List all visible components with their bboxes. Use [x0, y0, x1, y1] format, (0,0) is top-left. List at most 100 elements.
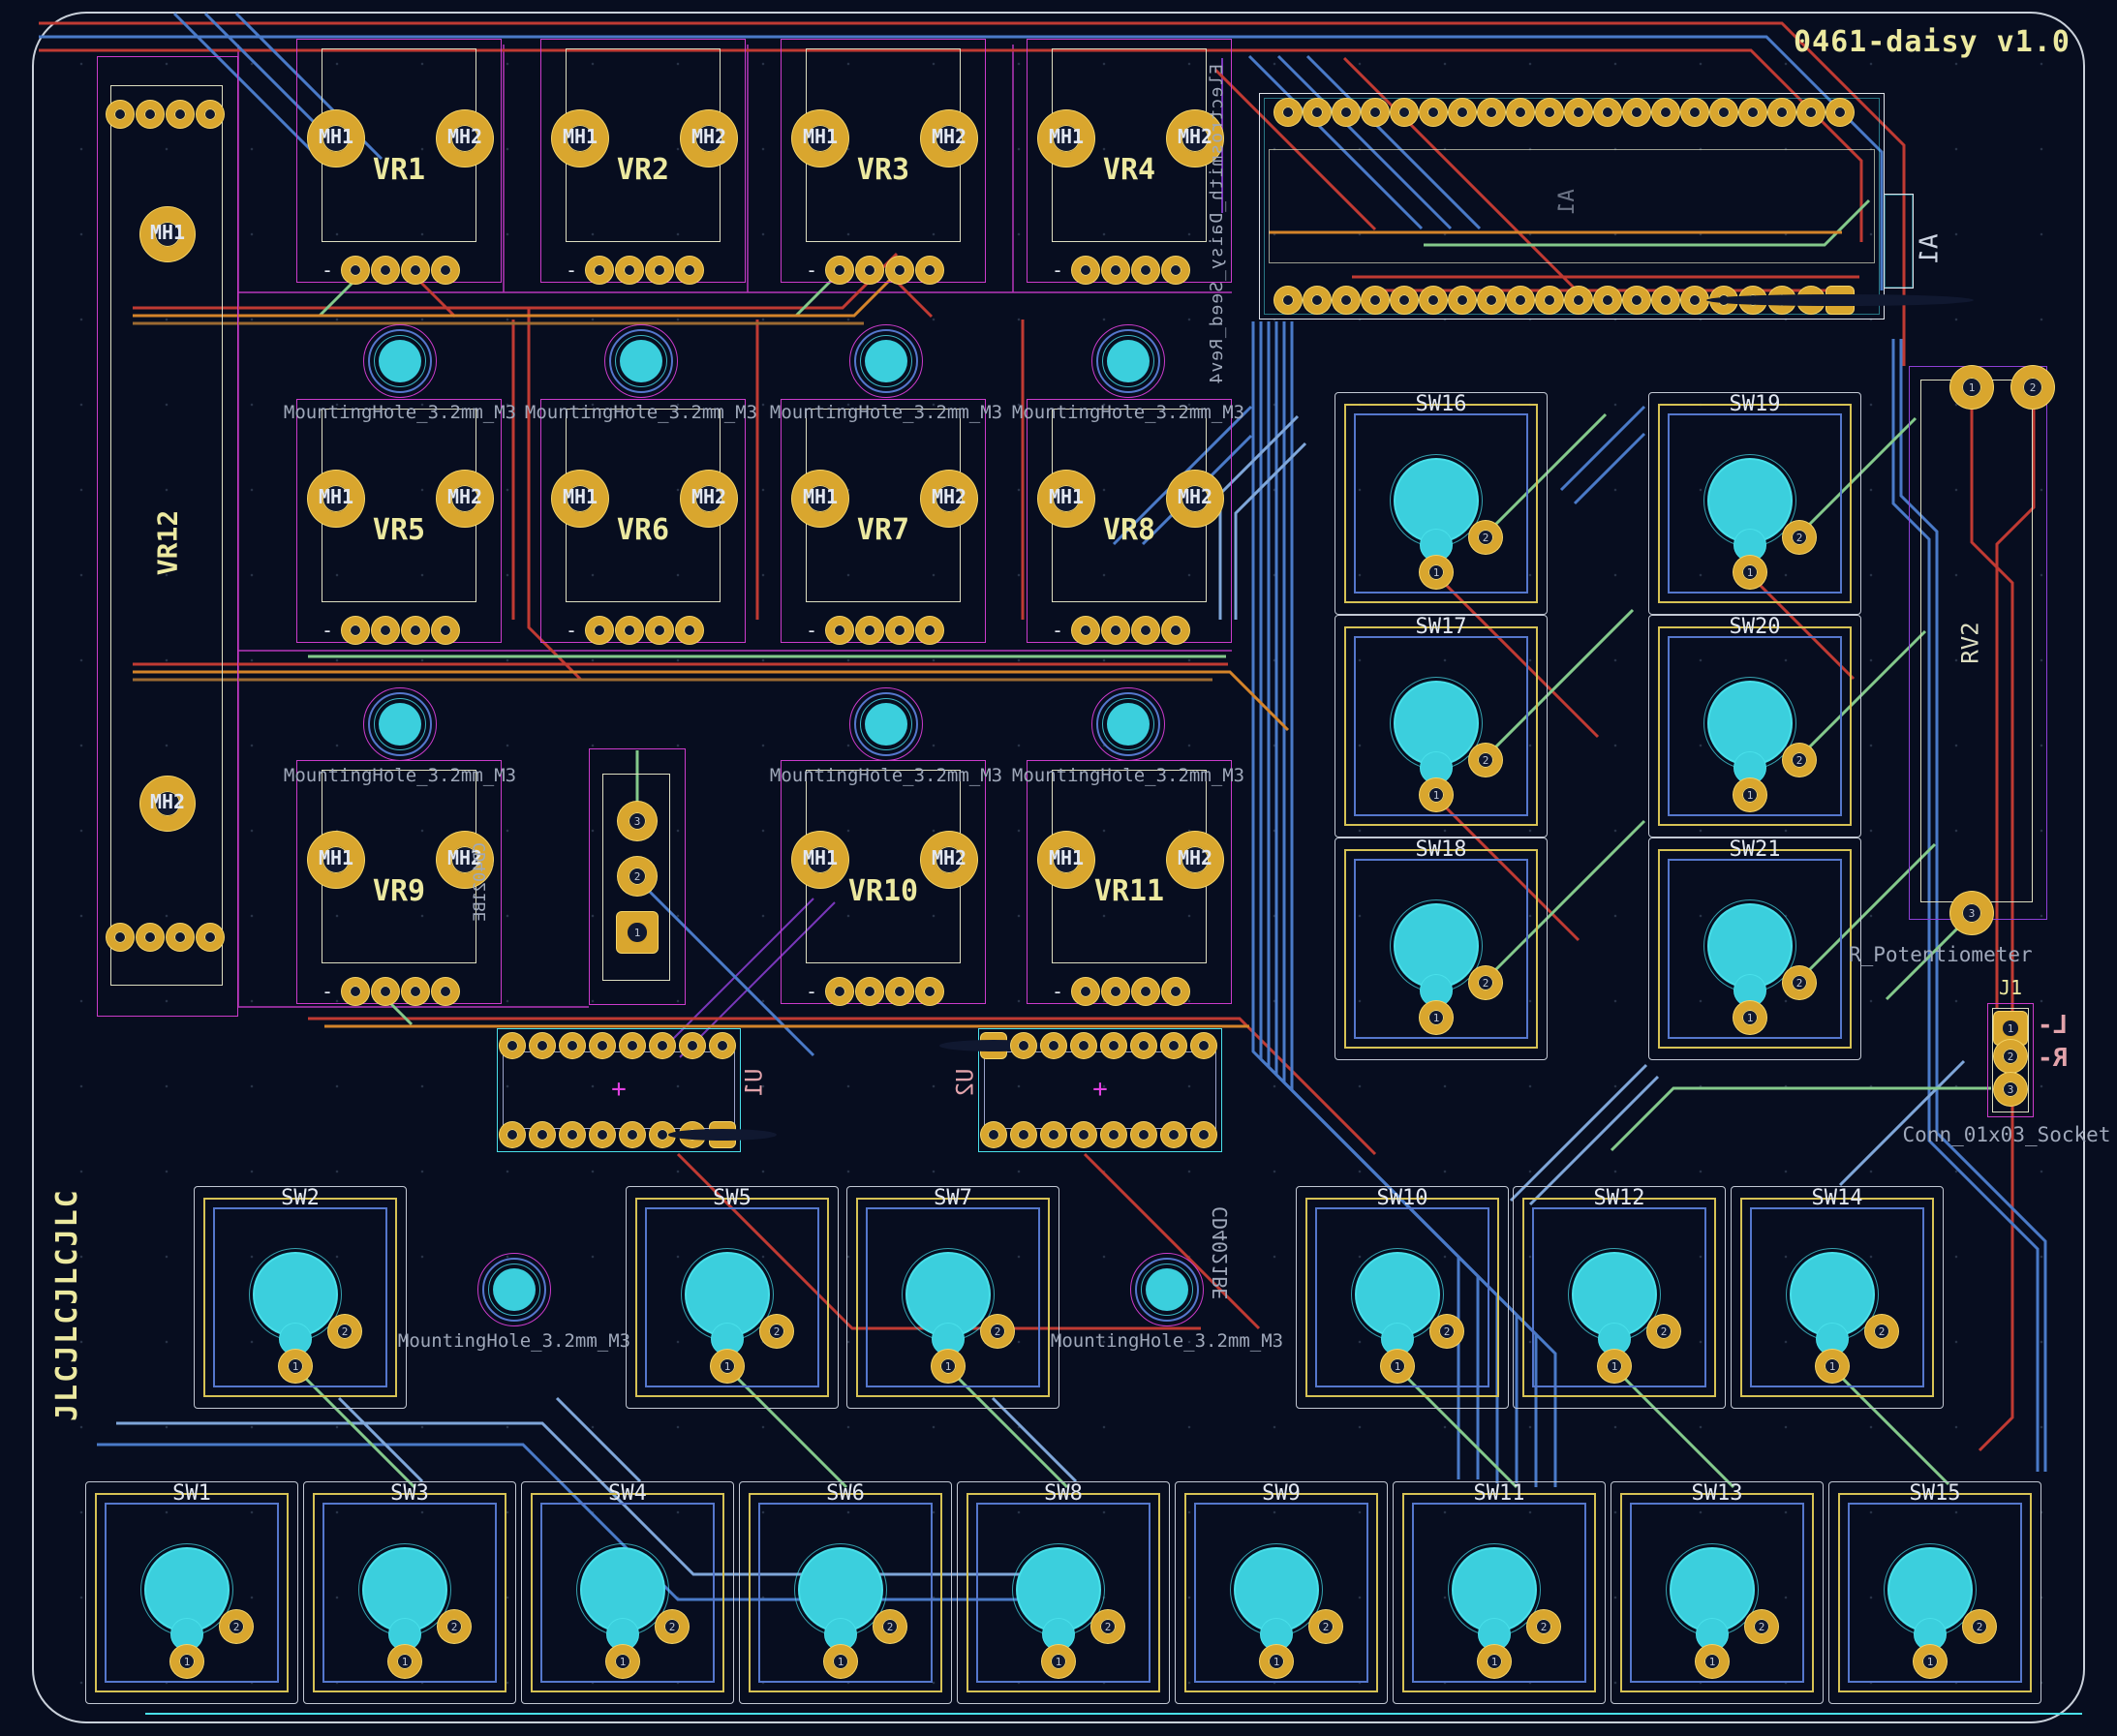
pad [342, 617, 369, 644]
mh2-label: MH2 [681, 125, 737, 148]
pad [167, 924, 194, 951]
pad [1102, 978, 1129, 1005]
pad-number: 2 [1796, 755, 1803, 766]
pad [530, 1122, 555, 1147]
switch-pad-2: 2 [1783, 966, 1816, 999]
pad [1101, 1122, 1126, 1147]
pad-number: 2 [669, 1622, 676, 1632]
switch-footprint: SW13 1 2 [1611, 1481, 1824, 1704]
pad [372, 978, 399, 1005]
switch-pad-1: 1 [1733, 556, 1766, 589]
pad [1797, 99, 1825, 126]
vr-minus-mark: - [806, 619, 817, 642]
u1-value-text: CD4021BE [471, 842, 490, 1017]
pad [856, 978, 883, 1005]
pad [616, 257, 643, 284]
pad-number: 1 [1433, 790, 1440, 801]
vr-minus-mark: - [1052, 259, 1063, 282]
u1-bottom-pin-row [500, 1122, 735, 1147]
conn3-pad-1-square: 1 [617, 912, 658, 953]
pad-number: 2 [2030, 382, 2037, 393]
switch-pad-1: 1 [1420, 778, 1453, 811]
switch-footprint: SW18 1 2 [1335, 838, 1548, 1060]
switch-pad-1: 1 [170, 1645, 203, 1678]
pad-number: 2 [634, 871, 641, 882]
pad [616, 617, 643, 644]
switch-pad-2: 2 [1309, 1610, 1342, 1643]
vr-minus-mark: - [806, 259, 817, 282]
mh2-label: MH2 [921, 485, 977, 508]
switch-footprint: SW17 1 2 [1335, 615, 1548, 838]
pad [342, 257, 369, 284]
switch-ref-label: SW13 [1611, 1481, 1824, 1506]
pad [560, 1122, 585, 1147]
rv2-pad-3: 3 [1950, 892, 1993, 934]
conn3-pad-3: 3 [618, 802, 657, 840]
pad [1739, 99, 1766, 126]
switch-pad-1: 1 [1381, 1350, 1414, 1383]
rv2-value-label: R_Potentiometer [1849, 943, 2091, 966]
switch-pad-2: 2 [656, 1610, 689, 1643]
mounting-hole-drill [865, 340, 907, 382]
pad [1565, 287, 1592, 314]
u1-ref-label: U1 [741, 1069, 768, 1097]
vr12-bottom-pad-row [107, 924, 224, 951]
pad [1161, 1122, 1186, 1147]
switch-footprint: SW14 1 2 [1731, 1186, 1944, 1409]
switch-footprint: SW8 1 2 [957, 1481, 1170, 1704]
pad [402, 978, 429, 1005]
pad-number: 3 [1969, 908, 1976, 919]
pad [1391, 287, 1418, 314]
pad-number: 1 [1927, 1657, 1934, 1667]
mh1-label: MH1 [552, 485, 608, 508]
vr-footprint: MH1 MH2 VR10 - [781, 760, 986, 1004]
pad-number: 1 [402, 1657, 409, 1667]
daisy-seed-header: A1 A1 [1259, 93, 1885, 320]
switch-ref-label: SW14 [1731, 1186, 1944, 1210]
vr-pad-row [342, 257, 459, 284]
pad-number: 2 [1483, 533, 1489, 543]
switch-pad-1: 1 [1914, 1645, 1947, 1678]
pad-number: 2 [995, 1326, 1001, 1337]
mh1-label: MH1 [1038, 846, 1094, 869]
switch-ref-label: SW11 [1393, 1481, 1606, 1506]
pad-number: 2 [1977, 1622, 1983, 1632]
switch-pad-2: 2 [1430, 1315, 1463, 1348]
pad [1536, 287, 1563, 314]
vr-footprint: MH1 MH2 VR4 - [1027, 39, 1232, 283]
pad [1162, 617, 1189, 644]
u2-ref-label: U2 [951, 1069, 978, 1097]
pad [402, 257, 429, 284]
vr-minus-mark: - [1052, 980, 1063, 1003]
pad [137, 924, 164, 951]
pad-number: 2 [1759, 1622, 1765, 1632]
mounting-hole: MountingHole_3.2mm_M3 [456, 1232, 572, 1348]
rv2-pad-1: 1 [1950, 366, 1993, 409]
vr-pad-row [826, 978, 943, 1005]
pad [1102, 257, 1129, 284]
pad [826, 617, 853, 644]
pad [1132, 978, 1159, 1005]
pad-number: 2 [1483, 978, 1489, 989]
pad [856, 257, 883, 284]
u2-anchor-cross: + [1092, 1075, 1108, 1104]
pad [1536, 99, 1563, 126]
vr-mounting-pad-1: MH1 [1038, 110, 1094, 167]
pad [586, 257, 613, 284]
pad [197, 101, 224, 128]
mounting-hole-label: MountingHole_3.2mm_M3 [379, 1330, 650, 1352]
pad-number: 1 [1747, 567, 1754, 578]
mh1-label: MH1 [1038, 125, 1094, 148]
pad [1507, 287, 1534, 314]
mounting-hole-label: MountingHole_3.2mm_M3 [993, 765, 1264, 786]
conn3-pad-2: 2 [618, 857, 657, 896]
switch-footprint: SW6 1 2 [739, 1481, 952, 1704]
pad [1191, 1033, 1216, 1058]
jlc-silkscreen-text: JLCJLCJLCJLC [50, 1141, 84, 1421]
vr-pad-row [826, 257, 943, 284]
pad [1162, 978, 1189, 1005]
pad [530, 1033, 555, 1058]
switch-pad-1: 1 [1478, 1645, 1511, 1678]
pad-number: 1 [1611, 1361, 1618, 1372]
pad [1071, 1122, 1096, 1147]
